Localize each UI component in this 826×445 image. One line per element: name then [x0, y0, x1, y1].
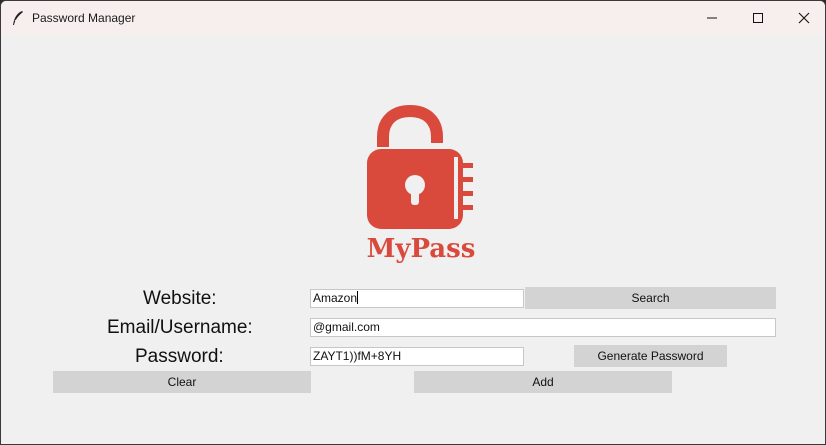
logo-text: MyPass [367, 234, 476, 264]
maximize-button[interactable] [735, 1, 781, 35]
password-input[interactable]: ZAYT1))fM+8YH [310, 347, 524, 366]
clear-button[interactable]: Clear [53, 371, 311, 393]
close-icon [798, 12, 810, 24]
password-input-value: ZAYT1))fM+8YH [313, 349, 402, 363]
search-button[interactable]: Search [525, 287, 776, 309]
minimize-button[interactable] [689, 1, 735, 35]
website-label: Website: [143, 288, 217, 309]
close-button[interactable] [781, 1, 825, 35]
password-label: Password: [135, 346, 224, 367]
generate-password-button[interactable]: Generate Password [574, 345, 727, 367]
text-caret [357, 291, 359, 304]
email-input[interactable]: @gmail.com [310, 318, 776, 337]
add-button[interactable]: Add [414, 371, 672, 393]
email-input-value: @gmail.com [313, 320, 380, 334]
mypass-logo: MyPass [367, 105, 476, 264]
minimize-icon [707, 17, 717, 19]
website-input[interactable]: Amazon [310, 289, 524, 308]
title-bar[interactable]: Password Manager [1, 1, 825, 35]
app-window: Password Manager MyPass Website: Email/U… [0, 0, 826, 445]
feather-icon [13, 11, 23, 25]
padlock-icon [367, 105, 473, 229]
maximize-icon [753, 13, 763, 23]
website-input-value: Amazon [313, 291, 358, 305]
email-label: Email/Username: [107, 317, 253, 338]
window-title: Password Manager [32, 11, 136, 25]
